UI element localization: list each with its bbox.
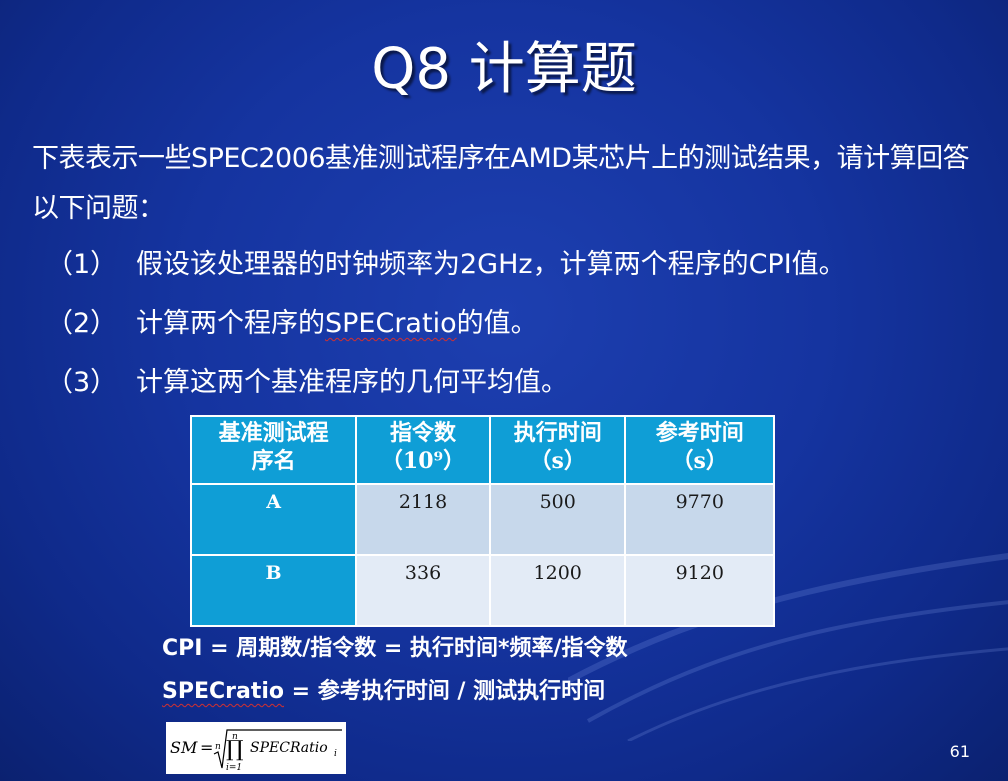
question-number: （1）: [46, 249, 118, 280]
specratio-term: SPECratio: [162, 679, 285, 704]
table-row: B 336 1200 9120: [189, 554, 775, 627]
cell-exec-time: 1200: [488, 554, 627, 627]
formula-lhs: SM: [170, 738, 198, 757]
question-text: 计算两个程序的: [136, 308, 325, 339]
question-text: 的值。: [456, 308, 538, 339]
cell-instructions: 336: [355, 554, 491, 627]
cell-instructions: 2118: [355, 483, 491, 556]
question-number: （3）: [46, 367, 118, 398]
question-number: （2）: [46, 308, 118, 339]
question-3: （3） 计算这两个基准程序的几何平均值。: [46, 365, 986, 401]
question-text: 假设该处理器的时钟频率为2GHz，计算两个程序的CPI值。: [136, 249, 846, 280]
header-reference-time: 参考时间 （s）: [624, 415, 775, 485]
geometric-mean-formula-graphic: SM = n n ∏ i=1 SPECRatio i: [170, 729, 342, 773]
question-text-specratio: SPECratio: [325, 308, 457, 339]
table-row: A 2118 500 9770: [189, 483, 775, 556]
root-index: n: [215, 742, 221, 752]
header-benchmark-name: 基准测试程 序名: [189, 415, 358, 485]
question-1: （1） 假设该处理器的时钟频率为2GHz，计算两个程序的CPI值。: [46, 247, 986, 283]
question-2: （2） 计算两个程序的SPECratio的值。: [46, 306, 986, 342]
benchmark-table: 基准测试程 序名 指令数 （10⁹） 执行时间 （s） 参考时间 （s） A 2118 …: [189, 415, 775, 627]
geometric-mean-formula: SM = n n ∏ i=1 SPECRatio i: [166, 722, 346, 774]
formula-subscript: i: [334, 749, 337, 759]
page-number: 61: [949, 742, 970, 761]
formula-equals: =: [200, 738, 213, 757]
product-lower: i=1: [226, 763, 242, 773]
cell-name: A: [189, 483, 358, 556]
question-text: 计算这两个基准程序的几何平均值。: [136, 367, 568, 398]
cell-name: B: [189, 554, 358, 627]
table-header-row: 基准测试程 序名 指令数 （10⁹） 执行时间 （s） 参考时间 （s）: [189, 415, 775, 485]
specratio-formula: SPECratio = 参考执行时间 / 测试执行时间: [162, 677, 605, 707]
slide-title: Q8 计算题: [371, 37, 637, 102]
cpi-formula: CPI = 周期数/指令数 = 执行时间*频率/指令数: [162, 636, 628, 661]
header-instruction-count: 指令数 （10⁹）: [355, 415, 491, 485]
cell-ref-time: 9120: [624, 554, 775, 627]
intro-paragraph: 下表表示一些SPEC2006基准测试程序在AMD某芯片上的测试结果，请计算回答以…: [32, 143, 970, 224]
cell-ref-time: 9770: [624, 483, 775, 556]
specratio-definition: = 参考执行时间 / 测试执行时间: [284, 679, 606, 704]
formula-term: SPECRatio: [250, 740, 328, 756]
product-symbol: ∏: [226, 737, 244, 762]
header-execution-time: 执行时间 （s）: [488, 415, 627, 485]
cell-exec-time: 500: [488, 483, 627, 556]
